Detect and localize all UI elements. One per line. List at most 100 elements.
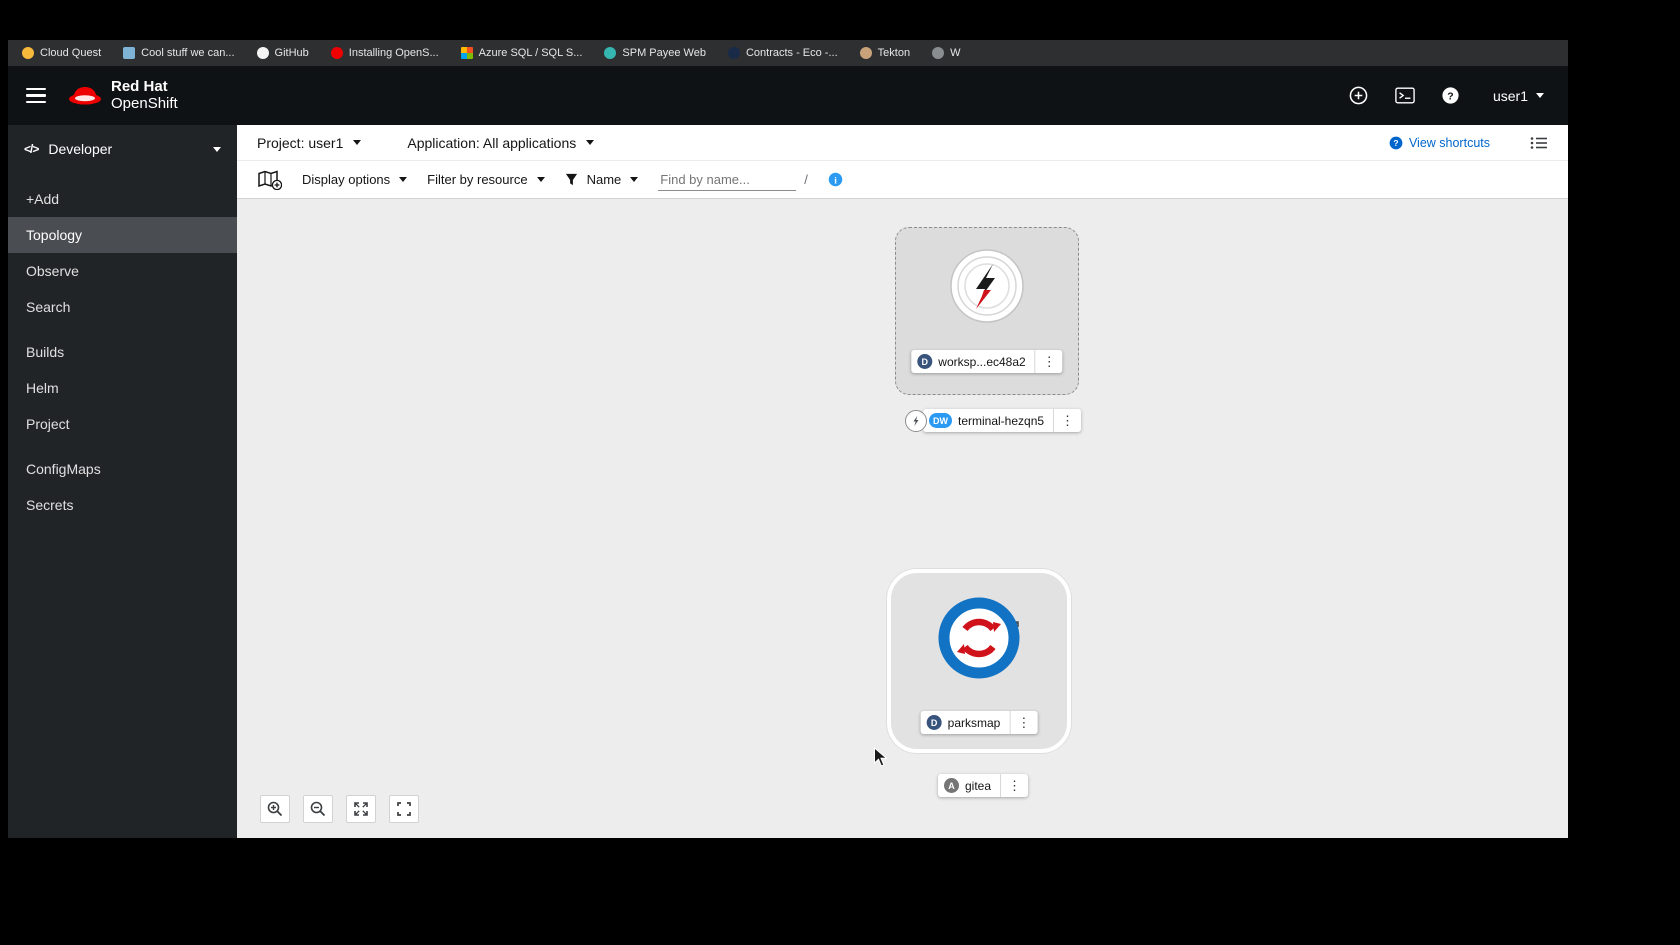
devworkspace-decorator-icon[interactable] <box>905 409 927 432</box>
zoom-out-button[interactable] <box>303 795 333 823</box>
application-badge: A <box>944 778 959 793</box>
content-row: </> Developer +Add Topology Observe Sear… <box>8 125 1568 838</box>
import-plus-circle-icon[interactable] <box>1349 86 1369 106</box>
chevron-down-icon <box>399 177 408 182</box>
mouse-cursor <box>873 746 889 773</box>
filter-by-resource-label: Filter by resource <box>427 172 528 187</box>
contracts-favicon <box>727 47 740 59</box>
application-dropdown[interactable]: Application: All applications <box>407 134 595 151</box>
openshift-favicon <box>330 47 343 59</box>
sidebar-item-add[interactable]: +Add <box>8 181 237 217</box>
application-dropdown-label: Application: All applications <box>407 134 577 151</box>
chevron-down-icon <box>630 177 639 182</box>
topology-toolbar: Display options Filter by resource Name … <box>237 161 1568 199</box>
nav-divider <box>8 442 237 451</box>
sidebar-item-topology[interactable]: Topology <box>8 217 237 253</box>
sidebar-item-builds[interactable]: Builds <box>8 334 237 370</box>
gitea-name: gitea <box>965 778 992 793</box>
svg-text:?: ? <box>1448 91 1454 102</box>
brand-text: Red Hat OpenShift <box>111 78 178 112</box>
workspace-node-label[interactable]: D worksp...ec48a2 ⋮ <box>911 350 1063 373</box>
bookmark-cool-stuff[interactable]: Cool stuff we can... <box>123 47 235 59</box>
chevron-down-icon <box>213 146 221 152</box>
bookmarks-bar: Cloud Quest Cool stuff we can... GitHub … <box>8 40 1568 66</box>
workspace-name: worksp...ec48a2 <box>938 354 1026 369</box>
parksmap-app-icon[interactable] <box>938 597 1020 679</box>
perspective-switcher[interactable]: </> Developer <box>8 125 237 165</box>
redhat-openshift-logo: Red Hat OpenShift <box>68 78 178 112</box>
bookmark-cloud-quest[interactable]: Cloud Quest <box>22 47 101 59</box>
nav-divider <box>8 325 237 334</box>
parksmap-node[interactable]: D parksmap ⋮ <box>887 569 1071 753</box>
bookmark-spm-payee[interactable]: SPM Payee Web <box>604 47 706 59</box>
project-dropdown[interactable]: Project: user1 <box>257 134 362 151</box>
swirl-favicon <box>604 47 617 59</box>
slash-shortcut-hint: / <box>804 172 808 187</box>
bookmark-label: Installing OpenS... <box>348 47 439 59</box>
sidebar-item-configmaps[interactable]: ConfigMaps <box>8 451 237 487</box>
svg-text:i: i <box>834 176 837 186</box>
terminal-node[interactable]: DW terminal-hezqn5 ⋮ <box>905 409 1082 432</box>
browser-screen: Cloud Quest Cool stuff we can... GitHub … <box>8 40 1568 838</box>
sidebar-item-project[interactable]: Project <box>8 406 237 442</box>
sidebar-item-observe[interactable]: Observe <box>8 253 237 289</box>
bookmark-tekton[interactable]: Tekton <box>859 47 911 59</box>
kebab-menu-icon[interactable]: ⋮ <box>1000 774 1028 797</box>
filter-by-resource-dropdown[interactable]: Filter by resource <box>427 172 545 187</box>
gitea-node-label[interactable]: A gitea ⋮ <box>938 774 1029 797</box>
masthead: Red Hat OpenShift ? user1 <box>8 66 1568 125</box>
parksmap-node-label[interactable]: D parksmap ⋮ <box>920 711 1038 734</box>
deployment-badge: D <box>917 354 933 369</box>
chevron-down-icon <box>586 140 595 145</box>
sidebar-item-search[interactable]: Search <box>8 289 237 325</box>
parksmap-name: parksmap <box>947 715 1001 730</box>
fullscreen-button[interactable] <box>389 795 419 823</box>
svg-text:?: ? <box>1393 138 1398 148</box>
list-view-icon[interactable] <box>1530 136 1548 150</box>
bookmark-w[interactable]: W <box>932 47 960 59</box>
bookmark-label: SPM Payee Web <box>622 47 706 59</box>
bookmark-installing-openshift[interactable]: Installing OpenS... <box>330 47 439 59</box>
display-options-dropdown[interactable]: Display options <box>302 172 408 187</box>
view-shortcuts-link[interactable]: ? View shortcuts <box>1389 136 1490 150</box>
devworkspace-bolt-icon[interactable] <box>949 248 1025 324</box>
username: user1 <box>1492 87 1528 104</box>
chevron-down-icon <box>1536 93 1544 98</box>
context-bar-right: ? View shortcuts <box>1389 136 1548 150</box>
tekton-favicon <box>859 47 872 59</box>
fit-to-screen-button[interactable] <box>346 795 376 823</box>
project-dropdown-label: Project: user1 <box>257 134 344 151</box>
bookmark-label: Contracts - Eco -... <box>745 47 838 59</box>
bookmark-label: Tekton <box>877 47 911 59</box>
chevron-down-icon <box>353 140 362 145</box>
sidebar-item-secrets[interactable]: Secrets <box>8 487 237 523</box>
bookmark-label: Azure SQL / SQL S... <box>478 47 583 59</box>
info-icon[interactable]: i <box>828 172 843 187</box>
bookmark-contracts[interactable]: Contracts - Eco -... <box>727 47 838 59</box>
kebab-menu-icon[interactable]: ⋮ <box>1034 350 1063 373</box>
monitor-favicon <box>123 47 136 59</box>
help-icon[interactable]: ? <box>1441 86 1461 106</box>
topology-canvas[interactable]: D worksp...ec48a2 ⋮ DW terminal-hezqn5 ⋮ <box>237 199 1568 838</box>
context-bar: Project: user1 Application: All applicat… <box>237 125 1568 161</box>
web-terminal-icon[interactable] <box>1395 86 1415 106</box>
find-by-name-input[interactable] <box>658 168 797 191</box>
workspace-node[interactable]: D worksp...ec48a2 ⋮ <box>895 227 1079 395</box>
sidebar-item-helm[interactable]: Helm <box>8 370 237 406</box>
kebab-menu-icon[interactable]: ⋮ <box>1009 711 1037 734</box>
developer-code-icon: </> <box>24 142 39 156</box>
kebab-menu-icon[interactable]: ⋮ <box>1053 409 1081 432</box>
view-shortcuts-label: View shortcuts <box>1408 135 1490 150</box>
name-filter-dropdown[interactable]: Name <box>565 172 639 187</box>
user-menu[interactable]: user1 <box>1493 88 1544 104</box>
export-application-map-icon[interactable] <box>257 169 282 190</box>
bookmark-azure-sql[interactable]: Azure SQL / SQL S... <box>460 47 583 59</box>
bookmark-label: W <box>950 47 961 59</box>
masthead-actions: ? user1 <box>1349 86 1544 106</box>
bookmark-github[interactable]: GitHub <box>256 47 309 59</box>
hamburger-menu-icon[interactable] <box>26 87 46 104</box>
zoom-in-button[interactable] <box>260 795 290 823</box>
deployment-badge: D <box>926 715 942 730</box>
terminal-node-label[interactable]: DW terminal-hezqn5 ⋮ <box>923 409 1082 432</box>
redhat-fedora-icon <box>69 86 101 104</box>
